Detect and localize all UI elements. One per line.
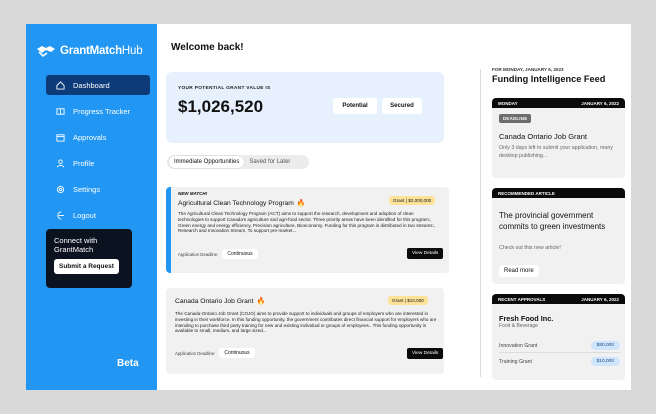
feed-card-title: The provincial government commits to gre… (499, 211, 606, 231)
sidebar-item-progress-tracker[interactable]: Progress Tracker (46, 101, 150, 121)
calendar-icon (55, 132, 65, 142)
grant-value-label: YOUR POTENTIAL GRANT VALUE IS (178, 86, 271, 91)
app-window: GrantMatchHub Dashboard Progress Tracker… (26, 24, 631, 390)
tab-immediate-opportunities[interactable]: Immediate Opportunities (169, 156, 245, 168)
grant-card[interactable]: NEW MATCH! Agricultural Clean Technology… (166, 187, 449, 273)
feed-card-header: RECOMMENDED ARTICLE (492, 188, 625, 198)
user-icon (55, 158, 65, 168)
flame-icon: 🔥 (296, 200, 306, 207)
sidebar-item-dashboard[interactable]: Dashboard (46, 75, 150, 95)
brand-name: GrantMatchHub (60, 45, 143, 57)
deadline-value: Continuous (219, 348, 255, 358)
feed-date: FOR MONDAY, JANUARY 6, 2023 (492, 67, 564, 72)
read-more-button[interactable]: Read more (499, 265, 539, 277)
approval-row: Training Grant $10,000 (499, 357, 620, 366)
gear-icon (55, 184, 65, 194)
tab-saved-for-later[interactable]: Saved for Later (244, 156, 295, 168)
home-icon (55, 80, 65, 90)
book-icon (55, 106, 65, 116)
approval-amount: $10,000 (590, 357, 620, 366)
deadline-value: Continuous (222, 249, 258, 259)
submit-request-button[interactable]: Submit a Request (54, 259, 119, 274)
flame-icon: 🔥 (256, 298, 266, 305)
grant-description: The Agricultural Clean Technology Progra… (178, 211, 436, 234)
sidebar-nav: Dashboard Progress Tracker Approvals Pro… (46, 75, 150, 231)
application-deadline: Application Deadline: Continuous (178, 249, 258, 259)
feed-card-subtitle: Check out this new article! (499, 245, 561, 251)
sidebar: GrantMatchHub Dashboard Progress Tracker… (26, 24, 157, 390)
intelligence-feed: FOR MONDAY, JANUARY 6, 2023 Funding Inte… (490, 24, 631, 390)
approval-amount: $80,000 (590, 341, 620, 350)
brand-logo[interactable]: GrantMatchHub (36, 44, 143, 58)
handshake-logo-icon (37, 46, 55, 58)
sidebar-item-label: Settings (73, 184, 101, 194)
connect-panel: Connect with GrantMatch Submit a Request (46, 229, 132, 288)
beta-label: Beta (117, 358, 139, 369)
opportunity-tabs: Immediate Opportunities Saved for Later (167, 155, 309, 169)
deadline-feed-card[interactable]: MONDAY JANUARY 6, 2022 DEADLINE Canada On… (492, 98, 625, 178)
sidebar-item-label: Progress Tracker (73, 106, 131, 116)
sidebar-item-label: Profile (73, 158, 95, 168)
secured-button[interactable]: Secured (382, 98, 422, 114)
panel-divider (480, 69, 481, 377)
sidebar-item-approvals[interactable]: Approvals (46, 127, 150, 147)
grant-value-amount: $1,026,520 (178, 97, 264, 116)
feed-card-subtitle: Only 3 days left to submit your applicat… (499, 145, 613, 159)
grant-value-card: YOUR POTENTIAL GRANT VALUE IS $1,026,520… (166, 72, 444, 143)
sidebar-item-label: Logout (73, 210, 96, 220)
sidebar-item-label: Approvals (73, 132, 107, 142)
sidebar-item-logout[interactable]: Logout (46, 205, 150, 225)
grant-title: Canada Ontario Job Grant 🔥 (175, 297, 266, 306)
view-details-button[interactable]: View Details (407, 348, 444, 359)
logout-icon (55, 210, 65, 220)
application-deadline: Application Deadline: Continuous (175, 348, 255, 358)
new-match-label: NEW MATCH! (178, 191, 208, 196)
grant-amount-badge: Grant | $2,000,000 (389, 196, 436, 205)
grant-title: Agricultural Clean Technology Program 🔥 (178, 199, 306, 208)
feed-card-header: RECENT APPROVALS JANUARY 6, 2022 (492, 294, 625, 304)
sidebar-item-settings[interactable]: Settings (46, 179, 150, 199)
deadline-badge: DEADLINE (499, 114, 532, 123)
page-title: Welcome back! (171, 42, 244, 53)
feed-card-title: Canada Ontario Job Grant (499, 132, 587, 141)
feed-title: Funding Intelligence Feed (492, 74, 606, 84)
grant-card[interactable]: Canada Ontario Job Grant 🔥 Grant | $10,0… (166, 288, 444, 374)
feed-card-header: MONDAY JANUARY 6, 2022 (492, 98, 625, 108)
approval-row: Innovation Grant $80,000 (499, 341, 620, 350)
grant-amount-badge: Grant | $10,000 (388, 296, 428, 305)
main-content: Welcome back! YOUR POTENTIAL GRANT VALUE… (157, 24, 480, 390)
approvals-feed-card[interactable]: RECENT APPROVALS JANUARY 6, 2022 Fresh Fo… (492, 294, 625, 380)
view-details-button[interactable]: View Details (407, 248, 444, 259)
sidebar-item-profile[interactable]: Profile (46, 153, 150, 173)
potential-button[interactable]: Potential (333, 98, 377, 114)
connect-title: Connect with GrantMatch (54, 236, 98, 254)
article-feed-card[interactable]: RECOMMENDED ARTICLE The provincial gover… (492, 188, 625, 284)
company-category: Food & Beverage (499, 323, 538, 329)
row-divider (499, 352, 620, 353)
grant-description: The Canada-Ontario Job Grant (COJG) aims… (175, 311, 437, 334)
sidebar-item-label: Dashboard (73, 80, 110, 90)
